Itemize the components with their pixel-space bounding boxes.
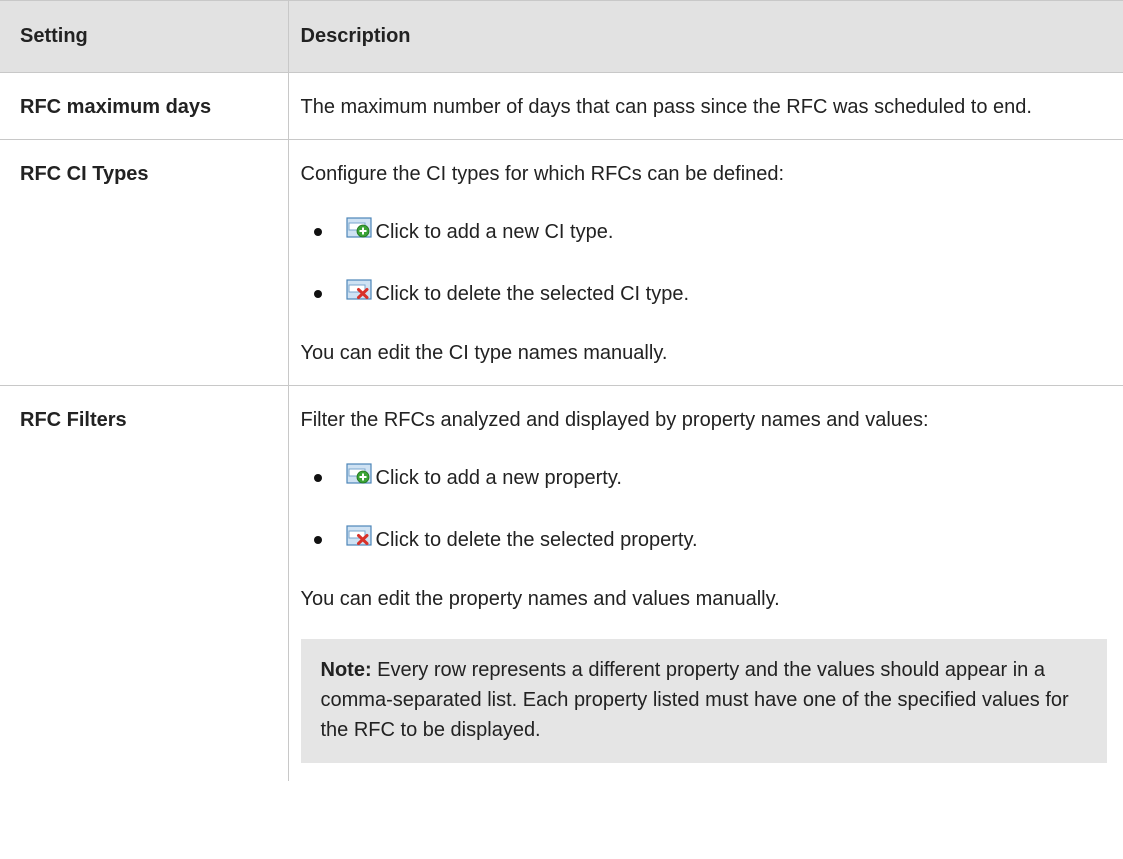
setting-description: Filter the RFCs analyzed and displayed b… xyxy=(288,386,1123,782)
setting-name: RFC maximum days xyxy=(0,72,289,140)
table-row: RFC maximum days The maximum number of d… xyxy=(0,72,1123,140)
note-box: Note: Every row represents a different p… xyxy=(300,639,1107,763)
list-item: Click to add a new property. xyxy=(301,460,1108,496)
list-item-text: Click to delete the selected CI type. xyxy=(375,282,690,305)
settings-table: Setting Description RFC maximum days The… xyxy=(0,0,1123,781)
bullet-dot xyxy=(313,290,322,298)
column-header-setting: Setting xyxy=(0,0,288,73)
bullet-dot xyxy=(313,228,322,236)
delete-row-icon xyxy=(346,525,372,549)
bullet-dot xyxy=(313,536,322,544)
table-header-row: Setting Description xyxy=(0,0,1123,73)
table-row: RFC CI Types Configure the CI types for … xyxy=(0,139,1123,386)
list-item-text: Click to delete the selected property. xyxy=(375,528,698,551)
note-text: Every row represents a different propert… xyxy=(320,659,1069,741)
action-list: Click to add a new CI type. Click to del… xyxy=(301,214,1108,312)
description-text: The maximum number of days that can pass… xyxy=(300,96,1032,118)
setting-name: RFC CI Types xyxy=(0,139,289,386)
note-label: Note: xyxy=(320,659,372,681)
list-item-text: Click to add a new property. xyxy=(375,466,622,489)
add-row-icon xyxy=(346,463,372,487)
setting-name: RFC Filters xyxy=(0,385,289,781)
list-item: Click to delete the selected CI type. xyxy=(301,276,1108,312)
delete-row-icon xyxy=(346,279,372,303)
list-item: Click to add a new CI type. xyxy=(301,214,1108,250)
setting-description: Configure the CI types for which RFCs ca… xyxy=(288,139,1123,386)
add-row-icon xyxy=(346,217,372,241)
description-text: Configure the CI types for which RFCs ca… xyxy=(300,163,785,185)
description-text: You can edit the CI type names manually. xyxy=(300,342,668,364)
list-item-text: Click to add a new CI type. xyxy=(375,220,614,243)
setting-description: The maximum number of days that can pass… xyxy=(288,72,1123,140)
description-text: You can edit the property names and valu… xyxy=(300,588,780,610)
column-header-description: Description xyxy=(287,0,1123,73)
description-text: Filter the RFCs analyzed and displayed b… xyxy=(300,409,929,431)
action-list: Click to add a new property. Click to de… xyxy=(301,460,1108,558)
settings-table-container: Setting Description RFC maximum days The… xyxy=(0,0,1123,859)
table-row: RFC Filters Filter the RFCs analyzed and… xyxy=(0,385,1123,782)
list-item: Click to delete the selected property. xyxy=(301,522,1108,558)
bullet-dot xyxy=(313,474,322,482)
